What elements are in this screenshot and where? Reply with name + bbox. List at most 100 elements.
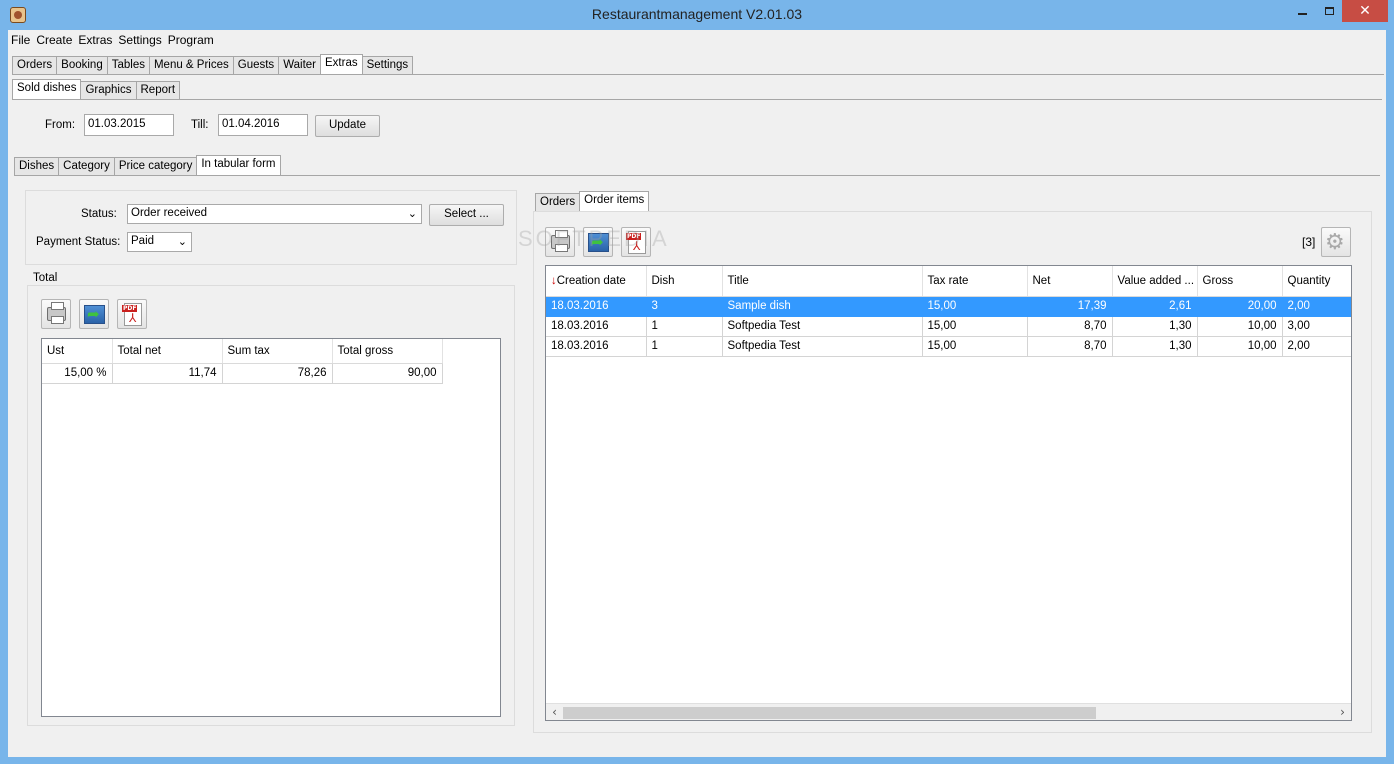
payment-status-label: Payment Status: [36, 236, 121, 248]
quantity-cell: 3,00 [1282, 316, 1351, 337]
status-label: Status: [81, 208, 117, 220]
order-items-table: ↓Creation date Dish Title Tax rate Net V… [546, 266, 1351, 357]
tab-right-orders[interactable]: Orders [535, 193, 581, 212]
tab-tables[interactable]: Tables [106, 56, 150, 75]
horizontal-scrollbar[interactable]: ‹ › [546, 703, 1351, 720]
pdf-icon [122, 303, 142, 326]
tab-report[interactable]: Report [135, 81, 181, 100]
ust-cell: 15,00 % [42, 363, 113, 384]
tab-menu-prices[interactable]: Menu & Prices [148, 56, 234, 75]
scroll-thumb[interactable] [563, 707, 1096, 719]
tax-rate-cell: 15,00 [922, 316, 1028, 337]
window-title: Restaurantmanagement V2.01.03 [591, 6, 803, 22]
status-select-value: Order received [131, 207, 208, 219]
tab-graphics[interactable]: Graphics [80, 81, 137, 100]
column-header-total-gross[interactable]: Total gross [332, 339, 443, 364]
column-header-net[interactable]: Net [1027, 266, 1113, 297]
value-added-cell: 1,30 [1112, 336, 1198, 357]
from-label: From: [45, 119, 76, 131]
close-button[interactable]: ✕ [1342, 0, 1388, 22]
tab-order-items[interactable]: Order items [579, 191, 650, 212]
column-header-ust[interactable]: Ust [42, 339, 113, 364]
total-gross-cell: 90,00 [332, 363, 443, 384]
tab-settings[interactable]: Settings [361, 56, 414, 75]
creation-date-cell: 18.03.2016 [546, 296, 647, 317]
total-net-cell: 11,74 [112, 363, 223, 384]
column-header-tax-rate[interactable]: Tax rate [922, 266, 1028, 297]
tab-dishes[interactable]: Dishes [14, 157, 60, 176]
table-row[interactable]: 18.03.2016 1 Softpedia Test 15,00 8,70 1… [546, 316, 1351, 337]
till-date-input[interactable]: 01.04.2016 [218, 114, 308, 136]
menu-settings[interactable]: Settings [115, 30, 164, 47]
menu-program[interactable]: Program [165, 30, 217, 47]
quantity-cell: 2,00 [1282, 336, 1351, 357]
tab-waiter[interactable]: Waiter [278, 56, 321, 75]
maximize-button[interactable] [1316, 0, 1342, 22]
value-added-cell: 2,61 [1112, 296, 1198, 317]
from-date-input[interactable]: 01.03.2015 [84, 114, 174, 136]
title-cell: Sample dish [722, 296, 923, 317]
minimize-button[interactable] [1288, 0, 1316, 22]
sum-tax-cell: 78,26 [222, 363, 333, 384]
export-button[interactable] [79, 299, 109, 329]
order-items-header: ↓Creation date Dish Title Tax rate Net V… [546, 266, 1351, 297]
chevron-down-icon: ⌄ [407, 208, 417, 220]
extras-tabs: Sold dishes Graphics Report [12, 79, 181, 100]
tab-extras[interactable]: Extras [320, 54, 363, 75]
update-button[interactable]: Update [315, 115, 380, 137]
menu-create[interactable]: Create [33, 30, 75, 47]
creation-date-cell: 18.03.2016 [546, 336, 647, 357]
print-icon [47, 302, 66, 324]
column-header-dish[interactable]: Dish [646, 266, 723, 297]
scroll-left-icon[interactable]: ‹ [546, 704, 563, 721]
maximize-icon [1324, 7, 1334, 15]
table-row[interactable]: 15,00 % 11,74 78,26 90,00 [42, 363, 443, 384]
menu-file[interactable]: File [8, 30, 33, 47]
column-header-quantity[interactable]: Quantity [1282, 266, 1351, 297]
gross-cell: 10,00 [1197, 336, 1283, 357]
status-filter-group [25, 190, 517, 265]
total-table-header: Ust Total net Sum tax Total gross [42, 339, 443, 364]
column-header-creation-date[interactable]: ↓Creation date [546, 266, 647, 297]
pdf-button[interactable] [117, 299, 147, 329]
payment-status-select[interactable]: Paid ⌄ [127, 232, 192, 252]
order-items-table-viewport: ↓Creation date Dish Title Tax rate Net V… [546, 266, 1351, 702]
gross-cell: 20,00 [1197, 296, 1283, 317]
column-header-gross[interactable]: Gross [1197, 266, 1283, 297]
column-header-title[interactable]: Title [722, 266, 923, 297]
tab-price-category[interactable]: Price category [113, 157, 198, 176]
title-cell: Softpedia Test [722, 336, 923, 357]
column-header-sum-tax[interactable]: Sum tax [222, 339, 333, 364]
tab-guests[interactable]: Guests [232, 56, 280, 75]
title-bar[interactable]: Restaurantmanagement V2.01.03 ✕ [0, 0, 1394, 30]
till-label: Till: [191, 119, 209, 131]
select-button[interactable]: Select ... [429, 204, 504, 226]
menu-extras[interactable]: Extras [75, 30, 115, 47]
tab-orders[interactable]: Orders [12, 56, 58, 75]
net-cell: 17,39 [1027, 296, 1113, 317]
view-tabs-baseline [14, 175, 1380, 176]
dish-cell: 1 [646, 336, 723, 357]
total-table: Ust Total net Sum tax Total gross 15,00 … [42, 339, 443, 384]
status-select[interactable]: Order received ⌄ [127, 204, 422, 224]
scroll-right-icon[interactable]: › [1334, 704, 1351, 721]
table-row[interactable]: 18.03.2016 1 Softpedia Test 15,00 8,70 1… [546, 336, 1351, 357]
print-button[interactable] [41, 299, 71, 329]
chevron-down-icon: ⌄ [177, 236, 187, 248]
tab-sold-dishes[interactable]: Sold dishes [12, 79, 82, 100]
net-cell: 8,70 [1027, 316, 1113, 337]
column-header-total-net[interactable]: Total net [112, 339, 223, 364]
minimize-icon [1297, 13, 1307, 15]
settings-button[interactable]: ⚙ [1321, 227, 1351, 257]
column-header-value-added[interactable]: Value added ... [1112, 266, 1198, 297]
creation-date-cell: 18.03.2016 [546, 316, 647, 337]
close-icon: ✕ [1359, 3, 1371, 19]
tab-category[interactable]: Category [58, 157, 115, 176]
net-cell: 8,70 [1027, 336, 1113, 357]
app-window: Restaurantmanagement V2.01.03 ✕ File Crea… [0, 0, 1394, 764]
gross-cell: 10,00 [1197, 316, 1283, 337]
tab-booking[interactable]: Booking [56, 56, 108, 75]
table-row[interactable]: 18.03.2016 3 Sample dish 15,00 17,39 2,6… [546, 296, 1351, 317]
dish-cell: 1 [646, 316, 723, 337]
tab-in-tabular-form[interactable]: In tabular form [196, 155, 281, 176]
